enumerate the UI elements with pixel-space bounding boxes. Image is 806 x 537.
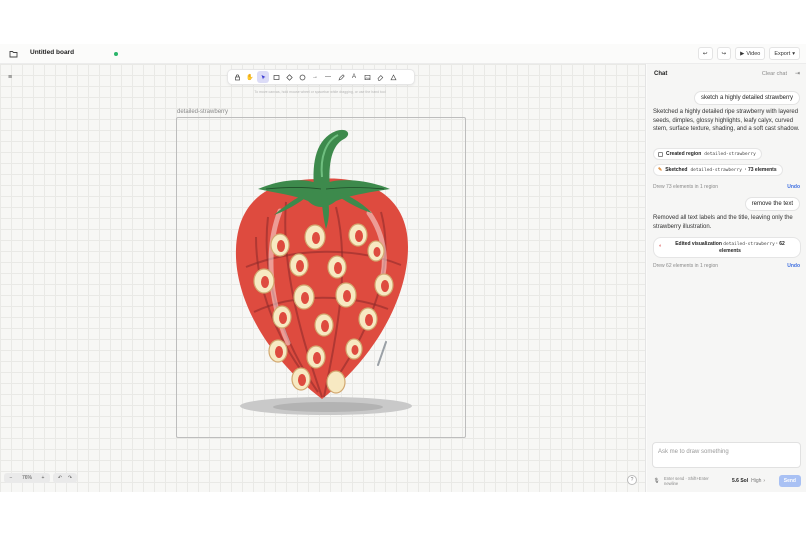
created-region-pill[interactable]: Created region detailed-strawberry [653, 148, 762, 160]
assistant-message: Sketched a highly detailed ripe strawber… [653, 109, 800, 132]
drew-summary: Drew 62 elements in 1 region [653, 263, 719, 269]
pill-label: Created region [666, 151, 702, 157]
text-icon[interactable]: A [348, 71, 360, 83]
app-window: Untitled board ↩ ↪ ▶ Video Export ▾ ≡ ✋ … [0, 44, 806, 492]
ellipse-icon[interactable] [296, 71, 308, 83]
user-message: sketch a highly detailed strawberry [693, 91, 800, 105]
drawing-toolbar: ✋ → — A [227, 69, 415, 85]
play-icon: ▶ [740, 50, 745, 57]
lock-icon[interactable] [231, 71, 243, 83]
keyboard-hint: Enter send · Shift+Enter newline [664, 476, 709, 486]
canvas-hint: To move canvas, hold mouse wheel or spac… [254, 90, 386, 94]
pen-icon[interactable] [335, 71, 347, 83]
frame-label: detailed-strawberry [177, 109, 229, 115]
export-button[interactable]: Export ▾ [769, 47, 800, 60]
edited-visualization-pill[interactable]: ◐ Edited visualization detailed-strawber… [653, 237, 801, 258]
rectangle-icon[interactable] [270, 71, 282, 83]
zoom-controls: − 76% + ↶ ↷ [4, 473, 77, 483]
export-label: Export [774, 50, 791, 57]
line-icon[interactable]: — [322, 71, 334, 83]
image-icon[interactable] [361, 71, 373, 83]
diamond-icon[interactable] [283, 71, 295, 83]
undo-link[interactable]: Undo [787, 184, 800, 190]
drawing-canvas[interactable]: ≡ ✋ → — A To move canvas, hold mouse whe… [0, 64, 646, 492]
undo-icon: ↩ [702, 50, 708, 57]
video-label: Video [746, 50, 761, 57]
sketched-pill[interactable]: ✎ Sketched detailed-strawberry · 73 elem… [653, 164, 783, 176]
chat-input[interactable]: Ask me to draw something [652, 442, 801, 468]
clear-chat-button[interactable]: Clear chat [762, 71, 787, 77]
chat-footer: 🎙 Enter send · Shift+Enter newline 5.6 S… [652, 474, 801, 488]
pencil-icon: ✎ [658, 167, 663, 173]
user-message: remove the text [744, 197, 800, 211]
collapse-panel-icon[interactable]: ⇥ [795, 70, 800, 77]
history-group: ↶ ↷ [53, 473, 77, 483]
undo-button[interactable]: ↩ [697, 47, 713, 60]
zoom-out-button[interactable]: − [6, 475, 16, 481]
more-tools-icon[interactable] [387, 71, 399, 83]
palette-icon: ◐ [659, 243, 663, 249]
top-bar: Untitled board ↩ ↪ ▶ Video Export ▾ [0, 44, 806, 64]
inner-shadow [273, 402, 383, 412]
pill-label: Sketched [665, 167, 688, 173]
help-button[interactable]: ? [627, 475, 637, 485]
effort-level[interactable]: High [751, 478, 761, 484]
assistant-message: Removed all text labels and the title, l… [653, 215, 793, 230]
microphone-icon[interactable]: 🎙 [652, 477, 661, 486]
video-button[interactable]: ▶ Video [735, 47, 766, 60]
saved-status-dot [114, 52, 118, 56]
zoom-group: − 76% + [4, 473, 50, 483]
region-icon [658, 151, 663, 157]
chat-panel: Chat Clear chat ⇥ sketch a highly detail… [647, 64, 806, 492]
pill-code: detailed-strawberry [704, 151, 756, 157]
send-button[interactable]: Send [778, 475, 801, 487]
stray-stroke [377, 341, 387, 366]
chat-title: Chat [654, 71, 668, 77]
select-icon[interactable] [257, 71, 269, 83]
undo-link[interactable]: Undo [787, 263, 800, 269]
pill-label: Edited visualization [675, 241, 722, 247]
arrow-icon[interactable]: → [309, 71, 321, 83]
curved-stem [313, 129, 349, 187]
model-selector[interactable]: 5.6 Sol [732, 478, 748, 484]
chevron-right-icon: › [763, 478, 766, 484]
menu-icon[interactable]: ≡ [5, 72, 15, 82]
hand-icon[interactable]: ✋ [244, 71, 256, 83]
zoom-level[interactable]: 76% [16, 475, 38, 481]
board-title[interactable]: Untitled board [30, 49, 74, 56]
redo-button[interactable]: ↪ [716, 47, 732, 60]
drew-summary: Drew 73 elements in 1 region [653, 184, 719, 190]
zoom-in-button[interactable]: + [38, 475, 48, 481]
canvas-undo-button[interactable]: ↶ [55, 475, 65, 481]
eraser-icon[interactable] [374, 71, 386, 83]
chevron-down-icon: ▾ [792, 50, 795, 57]
strawberry-illustration[interactable] [176, 117, 466, 438]
pill-code: detailed-strawberry [723, 242, 775, 247]
redo-icon: ↪ [721, 50, 727, 57]
pill-count: · 73 elements [744, 167, 777, 173]
folder-icon[interactable] [7, 48, 19, 60]
pill-code: detailed-strawberry [690, 167, 742, 173]
canvas-redo-button[interactable]: ↷ [65, 475, 75, 481]
